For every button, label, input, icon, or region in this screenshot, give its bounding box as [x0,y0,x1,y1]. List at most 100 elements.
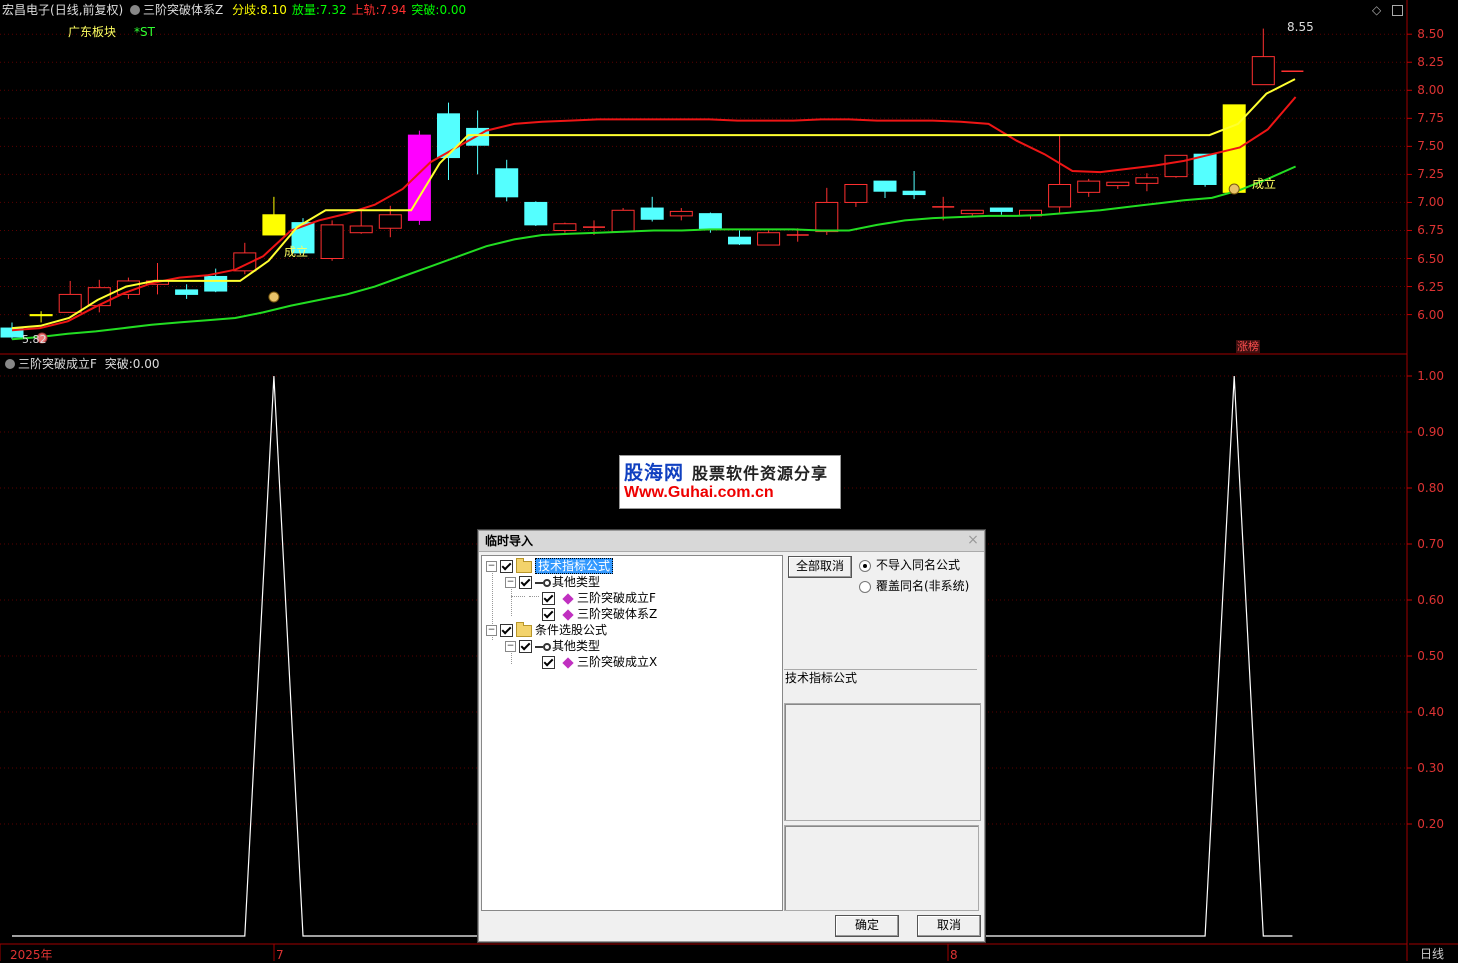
candle-body [757,232,781,246]
cancel-all-button[interactable]: 全部取消 [788,556,852,578]
tree-label-tech-indicator: 技术指标公式 [535,558,614,574]
tree-label-formula-f: 三阶突破成立F [577,591,656,605]
high-price-label: 8.55 [1287,20,1314,34]
price-axis-label: 6.75 [1417,223,1444,238]
sub-axis-label: 0.80 [1417,481,1444,495]
candle-body [815,201,839,233]
signal-label-2: 成立 [1252,177,1277,191]
sub-field-value: 0.00 [132,357,160,371]
formula-type-label: 技术指标公式 [785,671,858,685]
radio-skip-same-name-dot[interactable] [859,559,871,572]
price-axis-label: 8.25 [1417,55,1444,70]
watermark-tagline: 股票软件资源分享 [692,464,829,483]
sub-field-label: 突破: [104,357,133,371]
sub-indicator-name[interactable]: 三阶突破成立F [18,357,97,371]
sub-indicator-menu-icon[interactable] [5,359,15,369]
detail-panel [784,825,979,911]
sub-axis-label: 0.30 [1417,761,1444,775]
period-button[interactable]: 日线 [1420,946,1444,962]
tree-node-other-type-2[interactable]: − 其他类型 [505,638,600,654]
import-dialog: 临时导入 × − 技术指标公式 − 其他类型 三阶突破成立F 三阶突破体系Z − 条件… [478,530,985,942]
candle-body [698,213,722,230]
tree-node-formula-z[interactable]: 三阶突破体系Z [542,606,657,622]
candle-body [204,275,228,292]
collapse-icon[interactable]: − [486,625,497,636]
tree-label-formula-z: 三阶突破体系Z [577,607,658,621]
ok-button[interactable]: 确定 [835,915,899,937]
indicator-name[interactable]: 三阶突破体系Z [143,3,223,17]
candle-body [349,225,373,234]
candle-body [611,209,635,233]
price-axis-label: 7.50 [1417,139,1444,154]
tree-node-other-type-1[interactable]: − 其他类型 [505,574,600,590]
checkbox-tech-indicator[interactable] [500,560,513,573]
checkbox-formula-x[interactable] [542,656,555,669]
watermark-url: Www.Guhai.com.cn [624,484,774,501]
sector-label[interactable]: 广东板块 [68,24,116,40]
formula-tree[interactable]: − 技术指标公式 − 其他类型 三阶突破成立F 三阶突破体系Z − 条件选股公式 − 其… [481,555,783,911]
close-icon[interactable]: × [966,533,980,547]
sub-axis-label: 0.60 [1417,593,1444,607]
header-field-value-1: 7.32 [319,3,347,17]
candle-body [378,214,402,229]
checkbox-other-type-1[interactable] [519,576,532,589]
window-diamond-icon[interactable]: ◇ [1372,2,1381,18]
radio-overwrite-same-name[interactable]: 覆盖同名(非系统) [859,578,969,594]
candle-body [728,236,751,245]
collapse-icon[interactable]: − [505,577,516,588]
price-axis-label: 7.25 [1417,167,1444,182]
key-icon [535,642,551,651]
sub-axis-label: 0.90 [1417,425,1444,439]
radio-overwrite-same-name-dot[interactable] [859,580,871,593]
tree-node-formula-x[interactable]: 三阶突破成立X [542,654,657,670]
indicator-menu-icon[interactable] [130,5,141,15]
key-icon [535,578,551,587]
cancel-button[interactable]: 取消 [917,915,981,937]
candle-body [844,183,868,203]
checkbox-other-type-2[interactable] [519,640,532,653]
header-field-label-1: 放量: [291,3,320,17]
checkbox-formula-f[interactable] [542,592,555,605]
collapse-icon[interactable]: − [486,561,497,572]
candle-body [175,289,199,295]
candle-body [1048,183,1072,208]
tree-node-stock-selection[interactable]: − 条件选股公式 [486,621,608,638]
header-field-value-0: 8.10 [260,3,287,17]
candle-body [960,209,984,215]
window-restore-icon[interactable] [1392,5,1403,16]
low-price-label: 5.82 [22,333,47,346]
formula-gem-icon [562,592,574,605]
limit-up-tag[interactable]: 涨榜 [1236,340,1260,353]
candle-body [640,207,664,220]
candles-layer [0,28,1304,340]
stock-name[interactable]: 宏昌电子 [2,3,50,17]
candle-body [524,201,548,226]
watermark-logo: 股海网 股票软件资源分享 Www.Guhai.com.cn [619,455,841,509]
candle-body [1106,181,1130,187]
price-axis-label: 6.25 [1417,279,1444,294]
candle-body [553,223,577,231]
formula-gem-icon [562,656,574,669]
tree-label-other-type-2: 其他类型 [552,639,601,653]
tree-node-formula-f[interactable]: 三阶突破成立F [542,590,656,606]
checkbox-formula-z[interactable] [542,608,555,621]
signal-coin-icon [1228,183,1240,195]
tree-label-stock-selection: 条件选股公式 [535,623,608,637]
candle-body [669,210,693,217]
collapse-icon[interactable]: − [505,641,516,652]
header-field-label-2: 上轨: [351,3,380,17]
tree-node-tech-indicator[interactable]: − 技术指标公式 [486,557,614,574]
candle-body [320,224,344,260]
header-field-value-2: 7.94 [379,3,407,17]
checkbox-stock-selection[interactable] [500,624,513,637]
tree-label-formula-x: 三阶突破成立X [577,655,658,669]
candle-body [495,168,519,198]
candle-body [1135,177,1159,184]
signal-label-1: 成立 [284,245,309,259]
folder-icon [516,557,532,573]
radio-skip-same-name[interactable]: 不导入同名公式 [859,557,960,573]
candle-body [1077,180,1101,193]
sub-axis-label: 1.00 [1417,369,1444,383]
price-axis-label: 8.00 [1417,83,1444,98]
dialog-title[interactable]: 临时导入 [479,531,984,552]
